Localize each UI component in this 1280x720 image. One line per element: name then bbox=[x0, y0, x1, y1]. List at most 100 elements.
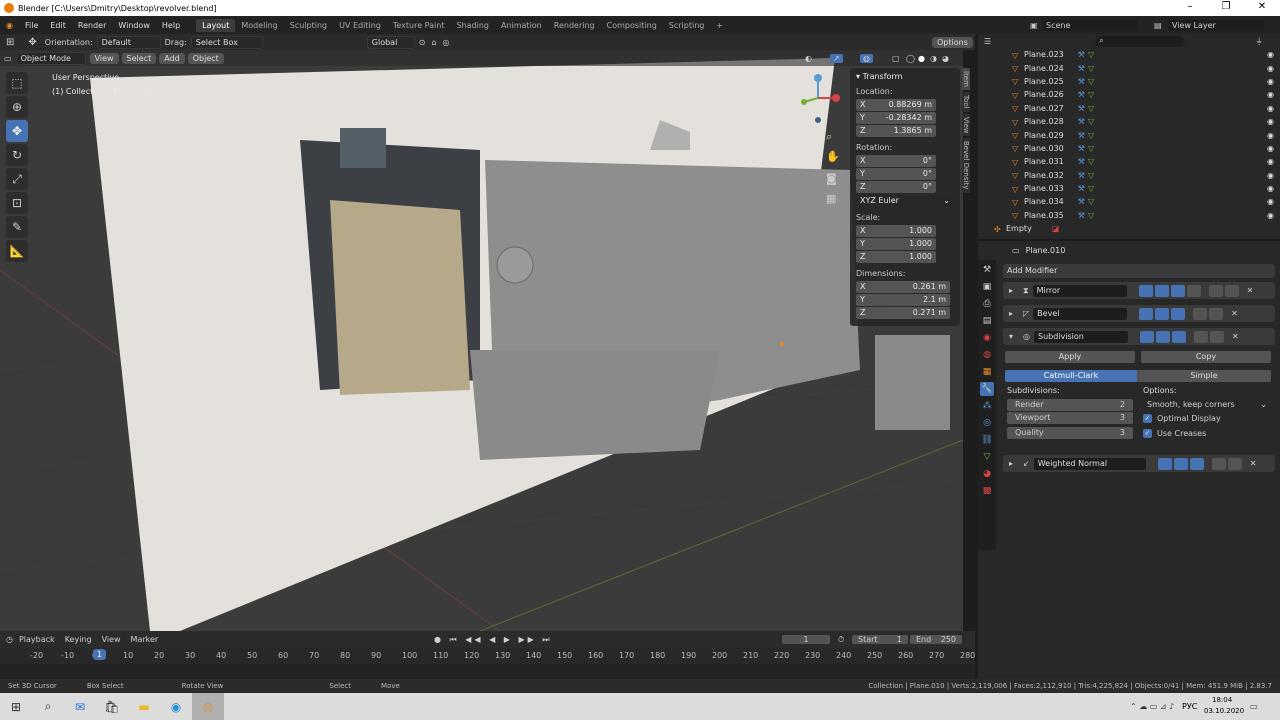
apply-button[interactable]: Apply bbox=[1005, 351, 1135, 363]
visibility-eye-icon[interactable]: ◉ bbox=[1267, 90, 1274, 99]
minimize-button[interactable]: – bbox=[1172, 0, 1208, 16]
expand-mirror-icon[interactable]: ▸ bbox=[1009, 286, 1013, 295]
outliner-editor-icon[interactable]: ☰ bbox=[984, 37, 991, 46]
expand-weighted-normal-icon[interactable]: ▸ bbox=[1009, 459, 1013, 468]
outliner-row[interactable]: ▽ Plane.035 ⚒ ▽ ◉ bbox=[978, 209, 1280, 222]
menu-edit[interactable]: Edit bbox=[44, 21, 72, 30]
visibility-eye-icon[interactable]: ◉ bbox=[1267, 171, 1274, 180]
scene-props-icon[interactable]: ◉ bbox=[980, 331, 994, 345]
mirror-camera-toggle[interactable] bbox=[1138, 284, 1153, 297]
viewport-levels-field[interactable]: Viewport 3 bbox=[1007, 412, 1133, 424]
timeline-editor-icon[interactable]: ◷ bbox=[6, 635, 13, 644]
visibility-eye-icon[interactable]: ◉ bbox=[1267, 211, 1274, 220]
scene-icon[interactable]: ▣ bbox=[1030, 21, 1038, 30]
dimension-y-field[interactable]: Y 2.1 m bbox=[856, 294, 950, 306]
close-button[interactable]: ✕ bbox=[1244, 0, 1280, 16]
tab-layout[interactable]: Layout bbox=[196, 18, 236, 32]
outliner-row[interactable]: ▽ Plane.023 ⚒ ▽ ◉ bbox=[978, 48, 1280, 61]
outliner-empty-row[interactable]: ✣ Empty ◪ bbox=[978, 222, 1280, 235]
tab-item[interactable]: Item bbox=[962, 68, 970, 90]
visibility-eye-icon[interactable]: ◉ bbox=[1267, 157, 1274, 166]
visibility-icon[interactable]: ◐ bbox=[805, 54, 812, 63]
rendered-shading-icon[interactable]: ◕ bbox=[942, 54, 949, 63]
tab-modeling[interactable]: Modeling bbox=[235, 19, 283, 32]
options-dropdown[interactable]: Options bbox=[932, 36, 973, 48]
mirror-down-button[interactable] bbox=[1224, 284, 1239, 297]
data-props-icon[interactable]: ▽ bbox=[980, 450, 994, 464]
timeline-view-menu[interactable]: View bbox=[102, 635, 121, 644]
subdivision-remove-icon[interactable]: ✕ bbox=[1232, 332, 1239, 341]
edge-browser-icon[interactable]: ◉ bbox=[160, 693, 192, 720]
tab-compositing[interactable]: Compositing bbox=[601, 19, 663, 32]
location-z-field[interactable]: Z 1.3865 m bbox=[856, 125, 936, 137]
subdivision-editmode-toggle[interactable] bbox=[1172, 330, 1186, 343]
proportional-edit-icon[interactable]: ◎ bbox=[443, 38, 450, 47]
orientation-dropdown[interactable]: Default bbox=[96, 35, 161, 49]
menu-file[interactable]: File bbox=[19, 21, 44, 30]
current-frame-field[interactable]: 1 bbox=[782, 635, 830, 644]
collapse-subdivision-icon[interactable]: ▾ bbox=[1009, 332, 1013, 341]
texture-props-icon[interactable]: ▩ bbox=[980, 484, 994, 498]
expand-bevel-icon[interactable]: ▸ bbox=[1009, 309, 1013, 318]
visibility-eye-icon[interactable]: ◉ bbox=[1267, 144, 1274, 153]
visibility-eye-icon[interactable]: ◉ bbox=[1267, 64, 1274, 73]
transform-space-dropdown[interactable]: Global bbox=[366, 35, 415, 49]
bevel-remove-icon[interactable]: ✕ bbox=[1231, 309, 1238, 318]
current-frame-marker[interactable]: 1 bbox=[93, 649, 107, 660]
outliner-row[interactable]: ▽ Plane.025 ⚒ ▽ ◉ bbox=[978, 75, 1280, 88]
material-props-icon[interactable]: ◕ bbox=[980, 467, 994, 481]
scene-selector[interactable]: Scene bbox=[1042, 19, 1138, 31]
snap-icon[interactable]: ⌂ bbox=[431, 38, 436, 47]
rotation-z-field[interactable]: Z 0° bbox=[856, 181, 936, 193]
material-shading-icon[interactable]: ◑ bbox=[930, 54, 937, 63]
mirror-display-toggle[interactable] bbox=[1154, 284, 1169, 297]
start-frame-field[interactable]: Start 1 bbox=[852, 635, 908, 644]
gizmo-toggle-icon[interactable]: ↗ bbox=[830, 53, 843, 63]
bevel-editmode-toggle[interactable] bbox=[1171, 307, 1186, 320]
3d-viewport[interactable] bbox=[0, 50, 963, 631]
rotation-mode-dropdown[interactable]: XYZ Euler ⌄ bbox=[856, 195, 954, 207]
tab-animation[interactable]: Animation bbox=[495, 19, 548, 32]
add-menu[interactable]: Add bbox=[159, 52, 185, 64]
subdivision-down-button[interactable] bbox=[1210, 330, 1224, 343]
perspective-grid-icon[interactable]: ▦ bbox=[826, 192, 836, 205]
bevel-display-toggle[interactable] bbox=[1155, 307, 1170, 320]
mail-icon[interactable]: ✉ bbox=[64, 693, 96, 720]
tool-props-icon[interactable]: ⚒ bbox=[980, 263, 994, 277]
end-frame-field[interactable]: End 250 bbox=[910, 635, 962, 644]
outliner-row[interactable]: ▽ Plane.027 ⚒ ▽ ◉ bbox=[978, 102, 1280, 115]
visibility-eye-icon[interactable]: ◉ bbox=[1267, 104, 1274, 113]
outliner-row[interactable]: ▽ Plane.028 ⚒ ▽ ◉ bbox=[978, 115, 1280, 128]
overlay-toggle-icon[interactable]: ◍ bbox=[860, 53, 873, 63]
windows-start-icon[interactable]: ⊞ bbox=[0, 693, 32, 720]
outliner-row[interactable]: ▽ Plane.033 ⚒ ▽ ◉ bbox=[978, 182, 1280, 195]
mirror-up-button[interactable] bbox=[1208, 284, 1223, 297]
outliner-row[interactable]: ▽ Plane.031 ⚒ ▽ ◉ bbox=[978, 155, 1280, 168]
object-menu[interactable]: Object bbox=[187, 52, 224, 64]
notification-icon[interactable]: ▭ bbox=[1250, 702, 1258, 711]
solid-shading-icon[interactable]: ● bbox=[918, 54, 925, 63]
playback-menu[interactable]: Playback bbox=[19, 635, 55, 644]
mirror-name-field[interactable]: Mirror bbox=[1032, 284, 1127, 297]
tab-sculpting[interactable]: Sculpting bbox=[284, 19, 333, 32]
tab-texture-paint[interactable]: Texture Paint bbox=[387, 19, 451, 32]
subdivision-display-toggle[interactable] bbox=[1156, 330, 1170, 343]
use-creases-checkbox[interactable]: ✓ Use Creases bbox=[1143, 429, 1206, 438]
object-props-icon[interactable]: ▦ bbox=[980, 365, 994, 379]
constraints-props-icon[interactable]: ⛓ bbox=[980, 433, 994, 447]
mirror-editmode-toggle[interactable] bbox=[1170, 284, 1185, 297]
navigation-gizmo[interactable] bbox=[796, 70, 844, 130]
world-props-icon[interactable]: ◍ bbox=[980, 348, 994, 362]
rotation-x-field[interactable]: X 0° bbox=[856, 155, 936, 167]
outliner-search-input[interactable]: ⌕ bbox=[1095, 35, 1186, 47]
system-tray-icons[interactable]: ⌃ ☁ ▭ ⊿ ♪ bbox=[1130, 702, 1174, 711]
bevel-up-button[interactable] bbox=[1193, 307, 1208, 320]
view-layer-props-icon[interactable]: ▤ bbox=[980, 314, 994, 328]
timeline-ruler[interactable]: -20-100102030405060708090100110120130140… bbox=[0, 648, 975, 664]
move-tool-icon[interactable]: ✥ bbox=[28, 37, 36, 48]
xray-icon[interactable]: ▢ bbox=[892, 54, 900, 63]
tab-tool[interactable]: Tool bbox=[962, 91, 970, 112]
simple-button[interactable]: Simple bbox=[1137, 370, 1271, 382]
rotate-tool-icon[interactable]: ↻ bbox=[6, 144, 28, 166]
input-language[interactable]: РУС bbox=[1182, 702, 1197, 711]
